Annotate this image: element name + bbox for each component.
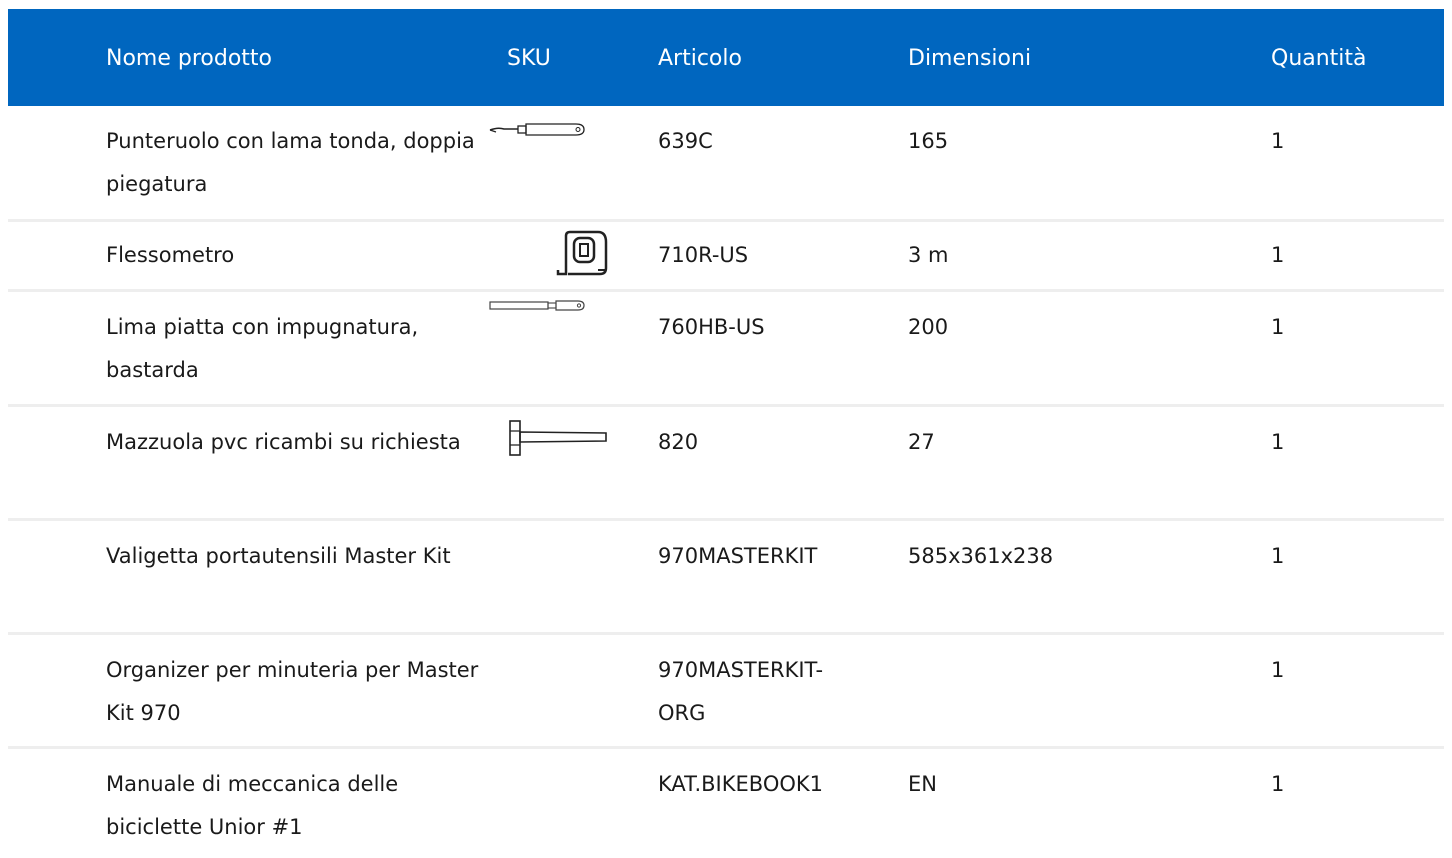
quantity-value: 1 <box>1271 658 1285 682</box>
table-row[interactable]: Valigetta portautensili Master Kit 970MA… <box>8 521 1444 635</box>
article-code: 820 <box>658 430 699 454</box>
dimensions-value: 27 <box>908 430 935 454</box>
product-name: Mazzuola pvc ricambi su richiesta <box>106 430 461 454</box>
table-row[interactable]: Mazzuola pvc ricambi su richiesta 820 27… <box>8 407 1444 521</box>
product-name: Lima piatta con impugnatura, bastarda <box>106 315 419 382</box>
dimensions-value: 585x361x238 <box>908 544 1054 568</box>
header-name[interactable]: Nome prodotto <box>106 45 272 73</box>
product-table: Nome prodotto SKU Articolo Dimensioni Qu… <box>8 9 1444 858</box>
dimensions-value: 165 <box>908 129 949 153</box>
file-tool-icon <box>488 292 608 352</box>
article-code: 970MASTERKIT-ORG <box>658 658 824 725</box>
product-name: Manuale di meccanica delle biciclette Un… <box>106 772 399 839</box>
dimensions-value: 3 m <box>908 243 949 267</box>
quantity-value: 1 <box>1271 129 1285 153</box>
quantity-value: 1 <box>1271 544 1285 568</box>
article-code: KAT.BIKEBOOK1 <box>658 772 824 796</box>
table-row[interactable]: Organizer per minuteria per Master Kit 9… <box>8 635 1444 749</box>
table-header: Nome prodotto SKU Articolo Dimensioni Qu… <box>8 9 1444 106</box>
article-code: 710R-US <box>658 243 749 267</box>
dimensions-value: 200 <box>908 315 949 339</box>
table-row[interactable]: Punteruolo con lama tonda, doppia piegat… <box>8 106 1444 222</box>
table-row[interactable]: Lima piatta con impugnatura, bastarda 76… <box>8 292 1444 407</box>
product-table-page: Nome prodotto SKU Articolo Dimensioni Qu… <box>0 0 1452 858</box>
table-row[interactable]: Manuale di meccanica delle biciclette Un… <box>8 749 1444 858</box>
awl-icon <box>488 106 608 166</box>
quantity-value: 1 <box>1271 315 1285 339</box>
quantity-value: 1 <box>1271 243 1285 267</box>
article-code: 970MASTERKIT <box>658 544 818 568</box>
header-dimensions[interactable]: Dimensioni <box>908 45 1031 73</box>
header-quantity[interactable]: Quantità <box>1271 45 1367 73</box>
product-name: Organizer per minuteria per Master Kit 9… <box>106 658 479 725</box>
product-name: Valigetta portautensili Master Kit <box>106 544 451 568</box>
header-sku[interactable]: SKU <box>507 45 551 73</box>
tape-measure-icon <box>488 222 608 282</box>
article-code: 639C <box>658 129 713 153</box>
article-code: 760HB-US <box>658 315 765 339</box>
product-name: Flessometro <box>106 243 235 267</box>
product-name: Punteruolo con lama tonda, doppia piegat… <box>106 129 475 196</box>
table-row[interactable]: Flessometro 710R-US 3 m 1 <box>8 222 1444 292</box>
quantity-value: 1 <box>1271 430 1285 454</box>
quantity-value: 1 <box>1271 772 1285 796</box>
dimensions-value: EN <box>908 772 937 796</box>
mallet-icon <box>488 407 608 467</box>
header-article[interactable]: Articolo <box>658 45 742 73</box>
